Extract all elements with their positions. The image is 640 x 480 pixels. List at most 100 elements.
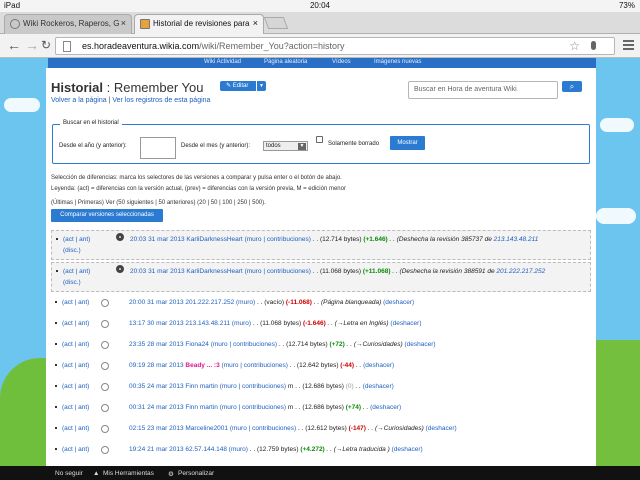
edit-button[interactable]: ✎ Editar ▼ <box>220 81 266 91</box>
revision-radio[interactable] <box>101 299 109 307</box>
revision-date-link[interactable]: 02:15 23 mar 2013 <box>129 425 184 432</box>
chevron-down-icon[interactable]: ▼ <box>256 81 266 91</box>
undo-link[interactable]: (deshacer) <box>404 341 435 348</box>
search-button[interactable]: ⌕ <box>562 81 582 92</box>
nav-item-activity[interactable]: Wiki Actividad <box>204 59 241 65</box>
act-ant-links[interactable]: (act | ant) <box>62 425 89 432</box>
user-link[interactable]: KarliDarknessHeart <box>186 268 242 275</box>
talk-link[interactable]: (disc.) <box>63 247 81 254</box>
url-host: es.horadeaventura.wikia.com <box>82 41 200 51</box>
year-input[interactable] <box>140 137 176 159</box>
ip-link[interactable]: 201.222.217.252 <box>496 268 545 275</box>
page-log-link[interactable]: Ver los registros de esta página <box>112 97 210 104</box>
nav-item-videos[interactable]: Vídeos <box>332 59 351 65</box>
act-ant-links[interactable]: (act | ant) <box>62 320 89 327</box>
revision-date-link[interactable]: 00:31 24 mar 2013 <box>129 404 184 411</box>
microphone-icon[interactable] <box>591 41 596 50</box>
filter-legend: Buscar en el historial <box>60 120 122 126</box>
act-ant-links[interactable]: (act | ant) <box>62 404 89 411</box>
revision-radio[interactable] <box>101 362 109 370</box>
revision-date-link[interactable]: 19:24 21 mar 2013 <box>129 446 184 453</box>
revision-radio[interactable] <box>101 320 109 328</box>
deleted-only-checkbox[interactable] <box>316 136 323 143</box>
revision-date-link[interactable]: 20:03 31 mar 2013 <box>130 268 185 275</box>
nav-item-random[interactable]: Página aleatoria <box>264 59 307 65</box>
revision-radio[interactable] <box>116 265 124 273</box>
act-ant-links[interactable]: (act | ant) <box>62 362 89 369</box>
tab-wiki-rockeros[interactable]: Wiki Rockeros, Raperos, G × <box>4 14 132 34</box>
bullet <box>55 364 57 366</box>
revision-diff: (-1.646) <box>302 320 326 327</box>
revision-radio[interactable] <box>101 404 109 412</box>
user-tools-links[interactable]: (muro) <box>232 320 251 327</box>
act-ant-links[interactable]: (act | ant) <box>62 341 89 348</box>
my-tools-link[interactable]: Mis Herramientas <box>103 470 154 477</box>
undo-link[interactable]: (deshacer) <box>370 404 401 411</box>
user-link[interactable]: Marceline2001 <box>185 425 228 432</box>
gear-icon[interactable]: ⚙ <box>168 470 174 478</box>
revision-date-link[interactable]: 13:17 30 mar 2013 <box>129 320 184 327</box>
user-link[interactable]: 213.143.48.211 <box>185 320 230 327</box>
act-ant-links[interactable]: (act | ant) <box>62 446 89 453</box>
new-tab-button[interactable] <box>263 17 289 29</box>
user-link[interactable]: 62.57.144.148 <box>185 446 227 453</box>
menu-icon[interactable] <box>623 40 634 52</box>
revision-date-link[interactable]: 00:35 24 mar 2013 <box>129 383 184 390</box>
forward-arrow-icon[interactable]: → <box>25 37 39 53</box>
revision-radio[interactable] <box>101 425 109 433</box>
back-to-page-link[interactable]: Volver a la página <box>51 97 107 104</box>
user-tools-links[interactable]: (muro | contribuciones) <box>220 383 286 390</box>
user-link[interactable]: Finn martin <box>185 383 218 390</box>
revision-radio[interactable] <box>101 446 109 454</box>
paging-links[interactable]: (Últimas | Primeras) Ver (50 siguientes … <box>51 200 266 206</box>
undo-link[interactable]: (deshacer) <box>392 446 423 453</box>
show-button[interactable]: Mostrar <box>390 136 425 150</box>
user-tools-links[interactable]: (muro) <box>229 446 248 453</box>
back-arrow-icon[interactable]: ← <box>7 37 21 53</box>
user-link[interactable]: Beady ... :3 <box>185 362 219 369</box>
close-tab-icon[interactable]: × <box>121 18 126 28</box>
unfollow-link[interactable]: No seguir <box>55 470 83 477</box>
user-tools-links[interactable]: (muro | contribuciones) <box>211 341 277 348</box>
revision-date-link[interactable]: 20:03 31 mar 2013 <box>130 236 185 243</box>
undo-link[interactable]: (deshacer) <box>390 320 421 327</box>
chevron-down-icon: ▼ <box>298 143 306 150</box>
compare-versions-button[interactable]: Comparar versiones seleccionadas <box>51 209 163 222</box>
user-link[interactable]: 201.222.217.252 <box>185 299 234 306</box>
reload-icon[interactable]: ↻ <box>41 37 51 53</box>
user-tools-links[interactable]: (muro | contribuciones) <box>245 236 311 243</box>
user-tools-links[interactable]: (muro | contribuciones) <box>245 268 311 275</box>
revision-date-link[interactable]: 20:00 31 mar 2013 <box>129 299 184 306</box>
address-bar[interactable]: es.horadeaventura.wikia.com/wiki/Remembe… <box>55 37 615 55</box>
undo-link[interactable]: (deshacer) <box>363 362 394 369</box>
act-ant-links[interactable]: (act | ant) <box>63 236 90 243</box>
talk-link[interactable]: (disc.) <box>63 279 81 286</box>
revision-date-link[interactable]: 09:19 28 mar 2013 <box>129 362 184 369</box>
revision-radio[interactable] <box>101 383 109 391</box>
user-tools-links[interactable]: (muro) <box>236 299 255 306</box>
user-link[interactable]: KarliDarknessHeart <box>186 236 242 243</box>
month-select[interactable]: todos ▼ <box>263 141 308 151</box>
act-ant-links[interactable]: (act | ant) <box>62 383 89 390</box>
user-tools-links[interactable]: (muro | contribuciones) <box>230 425 296 432</box>
revision-date-link[interactable]: 23:35 28 mar 2013 <box>129 341 184 348</box>
tab-historial[interactable]: Historial de revisiones para × <box>134 14 264 35</box>
user-tools-links[interactable]: (muro | contribuciones) <box>222 362 288 369</box>
revision-radio[interactable] <box>116 233 124 241</box>
user-link[interactable]: Fiona24 <box>185 341 209 348</box>
bookmark-star-icon[interactable]: ☆ <box>569 39 580 53</box>
act-ant-links[interactable]: (act | ant) <box>63 268 90 275</box>
user-link[interactable]: Finn martin <box>185 404 218 411</box>
act-ant-links[interactable]: (act | ant) <box>62 299 89 306</box>
revision-radio[interactable] <box>101 341 109 349</box>
nav-item-images[interactable]: Imágenes nuevas <box>374 59 421 65</box>
close-tab-icon[interactable]: × <box>253 18 258 28</box>
undo-link[interactable]: (deshacer) <box>426 425 457 432</box>
ip-link[interactable]: 213.143.48.211 <box>494 236 539 243</box>
undo-link[interactable]: (deshacer) <box>383 299 414 306</box>
customize-link[interactable]: Personalizar <box>178 470 214 477</box>
user-tools-links[interactable]: (muro | contribuciones) <box>220 404 286 411</box>
caret-up-icon[interactable]: ▲ <box>93 470 99 477</box>
undo-link[interactable]: (deshacer) <box>363 383 394 390</box>
wiki-search-input[interactable]: Buscar en Hora de aventura Wiki <box>408 81 558 99</box>
